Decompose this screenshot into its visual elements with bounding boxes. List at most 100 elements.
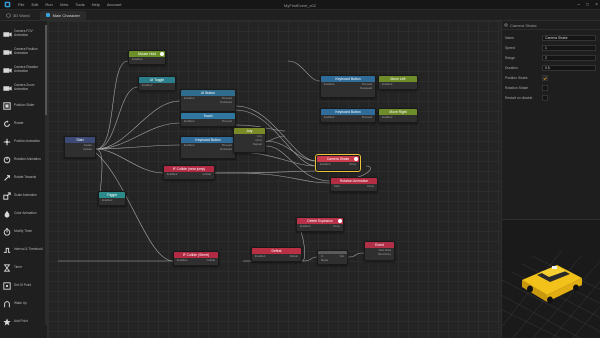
node-header: Move Left bbox=[379, 76, 417, 82]
node-graph-canvas[interactable]: Start Awake Update Mouse Hold Enabled UI… bbox=[48, 21, 501, 338]
prop-range-input[interactable]: 2 bbox=[542, 55, 596, 61]
node-touch[interactable]: Touch Enabled Pressed bbox=[180, 112, 236, 127]
tool-modify-timer[interactable]: Modify Timer bbox=[0, 223, 46, 241]
menu-account[interactable]: Account bbox=[107, 2, 121, 7]
checkmark-icon bbox=[543, 76, 547, 80]
node-ui-toggle[interactable]: UI Toggle Enabled bbox=[138, 76, 176, 91]
tool-color-animation[interactable]: Color Animation bbox=[0, 205, 46, 223]
tool-label: Position Slider bbox=[14, 103, 35, 108]
tool-add-point[interactable]: Add Point bbox=[0, 313, 46, 331]
tool-rotation-animation[interactable]: Rotation Animation bbox=[0, 151, 46, 169]
node-header: Touch bbox=[181, 113, 235, 119]
node-event[interactable]: Event Next Data Next Entry bbox=[364, 241, 395, 261]
tool-camera-fov[interactable]: Camera FOV Animation bbox=[0, 25, 46, 43]
node-trigger[interactable]: Trigger Enabled bbox=[98, 191, 126, 206]
node-port-row: Enabled bbox=[132, 57, 143, 61]
title-bar: File Edit Run View Tools Help Account My… bbox=[0, 0, 600, 10]
node-header: Keyboard Button bbox=[321, 109, 375, 115]
scrollbar-thumb[interactable] bbox=[45, 25, 47, 115]
menu-tools[interactable]: Tools bbox=[75, 2, 84, 7]
properties-title: Camera Shake bbox=[502, 21, 600, 30]
node-port-row: Enabled bbox=[142, 83, 153, 87]
node-port-row: Reset bbox=[321, 258, 329, 262]
node-gate[interactable]: In Out Reset bbox=[317, 250, 348, 265]
node-if-collide-near[interactable]: IF Collide (near jump) Enabled Collide bbox=[163, 165, 215, 180]
tab-icon bbox=[45, 13, 50, 17]
tool-rotate[interactable]: Rotate bbox=[0, 115, 46, 133]
tab-main-character[interactable]: Main Character bbox=[39, 10, 86, 20]
node-header: Camera Shake bbox=[317, 156, 359, 162]
tool-position-slider[interactable]: Position Slider bbox=[0, 97, 46, 115]
menu-edit[interactable]: Edit bbox=[31, 2, 38, 7]
node-keyboard-button[interactable]: Keyboard Button Enabled Pressed Released bbox=[180, 136, 236, 159]
menu-run[interactable]: Run bbox=[45, 2, 52, 7]
world-button[interactable]: 3D World bbox=[6, 13, 30, 18]
node-mouse-hold[interactable]: Mouse Hold Enabled bbox=[128, 50, 166, 65]
minimize-icon[interactable]: – bbox=[577, 2, 580, 8]
menu-file[interactable]: File bbox=[18, 2, 24, 7]
node-header bbox=[318, 251, 347, 254]
node-header: Trigger bbox=[99, 192, 125, 198]
maximize-icon[interactable]: □ bbox=[586, 2, 589, 8]
position-shake-checkbox[interactable] bbox=[542, 75, 548, 81]
node-header: UI Button bbox=[181, 90, 235, 96]
tab-label: Main Character bbox=[52, 12, 80, 18]
prop-row-position-shake: Position Shake bbox=[502, 74, 600, 82]
node-port-row: Enabled bbox=[382, 115, 393, 119]
timer-icon bbox=[0, 264, 14, 272]
node-keyboard-button[interactable]: Keyboard Button Enabled Pressed bbox=[320, 108, 376, 123]
tool-camera-position[interactable]: Camera Position Animation bbox=[0, 43, 46, 61]
prop-name-input[interactable]: Camera Shake bbox=[542, 35, 596, 41]
prop-row-name: Name Camera Shake bbox=[502, 34, 600, 42]
tool-set-of-point[interactable]: Set Of Point bbox=[0, 277, 46, 295]
node-any[interactable]: Any Any Once Repeat bbox=[233, 127, 266, 153]
node-toggle-icon[interactable] bbox=[160, 52, 164, 56]
node-port-row: Enabled bbox=[382, 82, 393, 86]
restart-on-disable-checkbox[interactable] bbox=[542, 95, 548, 101]
prop-speed-input[interactable]: 1 bbox=[542, 45, 596, 51]
camera-icon bbox=[0, 85, 14, 92]
tool-camera-zoom[interactable]: Camera Zoom Animation bbox=[0, 79, 46, 97]
close-icon[interactable]: × bbox=[595, 2, 598, 8]
prop-key: Rotation Shake bbox=[505, 86, 529, 90]
node-start[interactable]: Start Awake Update bbox=[64, 136, 96, 158]
prop-row-duration: Duration 0.5 bbox=[502, 64, 600, 72]
app-logo-icon bbox=[2, 0, 12, 10]
node-rotation-animation[interactable]: Rotation Animation Start Done bbox=[330, 177, 378, 192]
tool-interval-threshold[interactable]: Interval & Threshold bbox=[0, 241, 46, 259]
node-keyboard-button[interactable]: Keyboard Button Enabled Pressed Released bbox=[320, 75, 376, 98]
prop-row-speed: Speed 1 bbox=[502, 44, 600, 52]
node-port-row: Update bbox=[82, 147, 92, 151]
tool-scale-animation[interactable]: Scale Animation bbox=[0, 187, 46, 205]
node-header: Start bbox=[65, 137, 95, 143]
node-delete-explosion[interactable]: Delete Explosion Enabled Done bbox=[296, 217, 344, 232]
prop-row-rotation-shake: Rotation Shake bbox=[502, 84, 600, 92]
toolbox-scrollbar[interactable] bbox=[45, 25, 47, 325]
node-defeat[interactable]: Defeat Enabled Defeat bbox=[251, 247, 302, 262]
cube-icon bbox=[6, 12, 11, 18]
tool-rotate-towards[interactable]: Rotate Towards bbox=[0, 169, 46, 187]
wake-up-icon bbox=[0, 300, 14, 308]
menu-view[interactable]: View bbox=[60, 2, 69, 7]
tool-label: Add Point bbox=[14, 319, 28, 324]
scene-preview[interactable] bbox=[501, 219, 600, 338]
node-camera-shake[interactable]: Camera Shake Enabled Done bbox=[315, 154, 361, 172]
prop-duration-input[interactable]: 0.5 bbox=[542, 65, 596, 71]
rotation-shake-checkbox[interactable] bbox=[542, 85, 548, 91]
node-toggle-icon[interactable] bbox=[338, 219, 342, 223]
node-move-right[interactable]: Move Right Enabled bbox=[378, 108, 418, 123]
color-animation-icon bbox=[0, 210, 14, 218]
tool-position-animation[interactable]: Position Animation bbox=[0, 133, 46, 151]
camera-icon bbox=[0, 31, 14, 38]
tool-wake-up[interactable]: Wake Up bbox=[0, 295, 46, 313]
node-if-collide-street[interactable]: IF Collide (Street) Enabled Collide bbox=[173, 251, 219, 266]
tool-camera-rotation[interactable]: Camera Rotation Animation bbox=[0, 61, 46, 79]
node-header: IF Collide (Street) bbox=[174, 252, 218, 258]
menu-help[interactable]: Help bbox=[92, 2, 100, 7]
node-header: Mouse Hold bbox=[129, 51, 165, 57]
node-ui-button[interactable]: UI Button Enabled Pressed Released bbox=[180, 89, 236, 112]
rotate-icon bbox=[0, 120, 14, 128]
node-move-left[interactable]: Move Left Enabled bbox=[378, 75, 418, 90]
node-toggle-icon[interactable] bbox=[354, 157, 358, 161]
tool-timer[interactable]: Timer bbox=[0, 259, 46, 277]
